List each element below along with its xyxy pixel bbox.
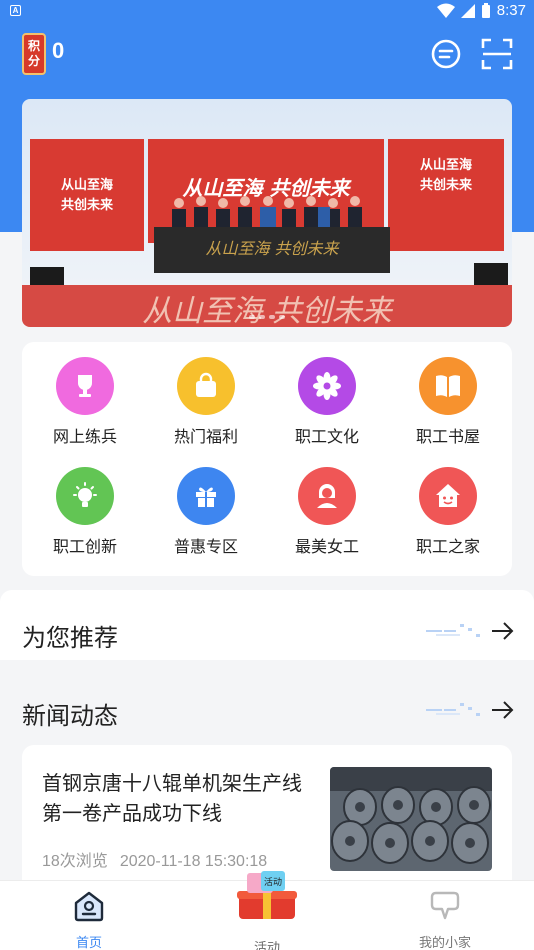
news-item-title[interactable]: 首钢京唐十八辊单机架生产线第一卷产品成功下线 (42, 769, 310, 829)
grid-item-inclusive[interactable]: 普惠专区 (156, 467, 256, 557)
grid-item-culture[interactable]: 职工文化 (277, 357, 377, 447)
arrow-right-icon[interactable] (422, 699, 516, 721)
status-bar: A 8:37 (0, 0, 534, 24)
battery-icon (481, 2, 490, 18)
nav-mine[interactable]: 我的小家 (395, 881, 495, 950)
flower-icon (298, 357, 356, 415)
activity-gift-icon: 活动 (237, 871, 297, 919)
gift-icon (177, 467, 235, 525)
news-item-meta: 18次浏览 2020-11-18 15:30:18 (42, 847, 267, 871)
status-time: 8:37 (496, 2, 526, 19)
banner-side-slogan-left-2: 共创未来 (61, 197, 114, 212)
recommend-title: 为您推荐 (22, 625, 118, 652)
grid-item-women[interactable]: 最美女工 (277, 467, 377, 557)
banner-carpet-slogan: 从山至海 共创未来 (142, 294, 395, 327)
nav-home[interactable]: 首页 (39, 881, 139, 950)
banner-side-slogan-right-1: 从山至海 (420, 157, 472, 172)
book-icon (419, 357, 477, 415)
trophy-icon (56, 357, 114, 415)
arrow-right-icon[interactable] (422, 620, 516, 642)
grid-item-home[interactable]: 职工之家 (398, 467, 498, 557)
grid-label: 职工文化 (294, 429, 359, 446)
profile-icon (430, 891, 460, 920)
scan-icon[interactable] (481, 38, 513, 70)
grid-label: 职工之家 (415, 539, 480, 556)
grid-item-library[interactable]: 职工书屋 (398, 357, 498, 447)
grid-label: 普惠专区 (173, 539, 238, 556)
wifi-icon (436, 3, 455, 18)
grid-item-innovation[interactable]: 职工创新 (35, 467, 135, 557)
bottom-nav: 首页 活动 活动 我的小家 (0, 871, 534, 950)
activity-badge-text: 活动 (264, 876, 282, 888)
points-value[interactable]: 0 (52, 38, 64, 64)
banner-side-slogan-left-1: 从山至海 (61, 177, 113, 192)
shopping-bag-icon (177, 357, 235, 415)
banner-side-slogan-right-2: 共创未来 (420, 177, 473, 192)
grid-item-benefits[interactable]: 热门福利 (156, 357, 256, 447)
grid-label: 热门福利 (173, 429, 238, 446)
nav-home-label: 首页 (75, 935, 102, 950)
home-icon (74, 891, 104, 922)
recommend-section[interactable]: 为您推荐 (0, 590, 534, 660)
points-badge-icon[interactable]: 积分 (22, 33, 46, 75)
lightbulb-icon (56, 467, 114, 525)
message-icon[interactable] (430, 38, 462, 70)
signal-icon (460, 3, 475, 18)
nav-mine-label: 我的小家 (418, 935, 471, 950)
news-item-views: 18次浏览 (42, 853, 108, 870)
nav-activity-label: 活动 (253, 940, 280, 950)
banner-table-slogan: 从山至海 共创未来 (205, 239, 340, 258)
grid-label: 职工创新 (52, 539, 117, 556)
carousel-dots[interactable] (22, 315, 512, 319)
grid-item-training[interactable]: 网上练兵 (35, 357, 135, 447)
grid-label: 最美女工 (294, 539, 359, 556)
news-title: 新闻动态 (22, 703, 118, 730)
feature-grid: 网上练兵 热门福利 职工文化 职工书屋 职工创新 普惠专区 最美女工 职工之家 (22, 342, 512, 576)
grid-label: 职工书屋 (415, 429, 480, 446)
banner-image: 从山至海 共创未来 从山至海 共创未来 从山至海 共创未来 从山至海 共创未来 … (22, 99, 512, 327)
grid-label: 网上练兵 (52, 429, 117, 446)
banner-carousel[interactable]: 从山至海 共创未来 从山至海 共创未来 从山至海 共创未来 从山至海 共创未来 … (22, 99, 512, 327)
home-face-icon (419, 467, 477, 525)
app-notification-icon: A (10, 5, 21, 16)
news-item-date: 2020-11-18 15:30:18 (119, 853, 268, 870)
news-item-thumbnail[interactable] (330, 767, 492, 871)
woman-icon (298, 467, 356, 525)
